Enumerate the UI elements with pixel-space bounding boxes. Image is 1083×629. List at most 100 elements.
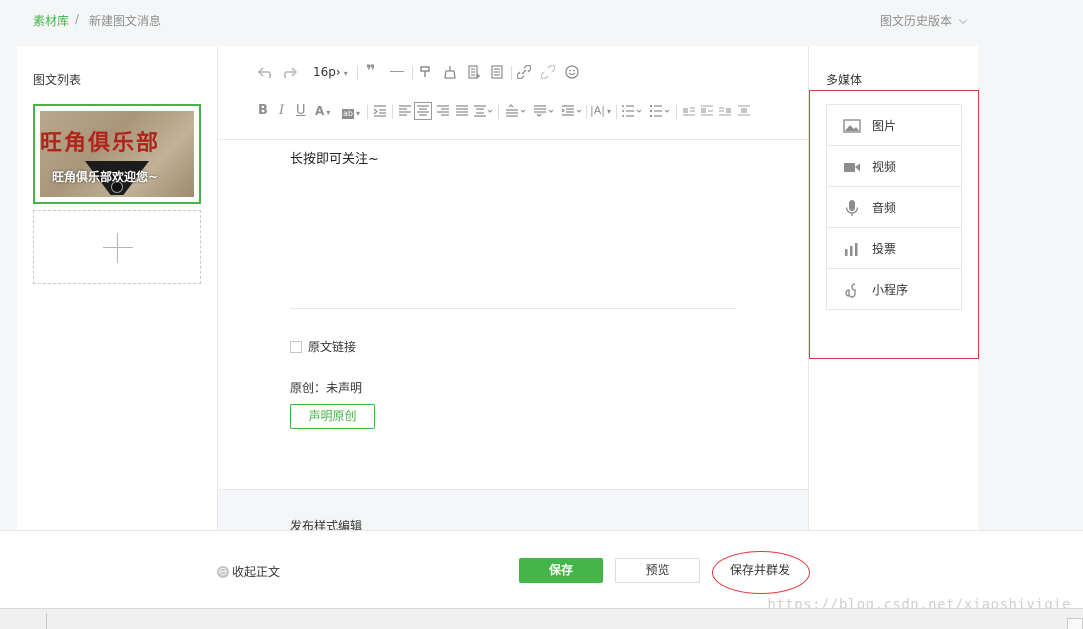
history-version-dropdown[interactable]: 图文历史版本 (879, 12, 968, 29)
checkbox-icon[interactable] (290, 340, 302, 353)
footer-action-bar: ⊖ 收起正文 保存 预览 保存并群发 https://blog.csdn.net/… (0, 530, 1083, 613)
collapse-label: 收起正文 (232, 565, 281, 579)
breadcrumb-separator: / (75, 12, 80, 26)
line-height-icon[interactable] (561, 104, 583, 118)
toolbar-separator (357, 66, 358, 80)
media-list: 图片 视频 音频 投票 小程序 (826, 104, 962, 310)
video-icon (844, 163, 860, 172)
chevron-down-icon (958, 15, 968, 25)
declare-original-button[interactable]: 声明原创 (290, 404, 375, 429)
toolbar-separator (367, 105, 368, 119)
media-item-label: 小程序 (872, 283, 909, 297)
collapse-content-toggle[interactable]: ⊖ 收起正文 (217, 563, 280, 580)
spacing-icon[interactable] (473, 104, 493, 118)
original-status-text: 原创：未声明 (290, 381, 363, 395)
add-article-button[interactable] (33, 210, 201, 284)
font-color-icon[interactable]: A ▾ (315, 103, 330, 121)
strip-divider (46, 613, 47, 629)
float-left-icon[interactable] (682, 104, 696, 118)
page-background-left (0, 0, 17, 530)
highlight-color-icon[interactable]: ab ▾ (342, 104, 360, 122)
original-link-checkbox[interactable]: 原文链接 (290, 338, 356, 355)
redo-icon[interactable] (281, 65, 297, 79)
unordered-list-icon[interactable] (649, 104, 671, 118)
media-item-image[interactable]: 图片 (827, 105, 961, 146)
article-cover-title: 旺角俱乐部欢迎您~ (52, 170, 159, 184)
editor-panel: 16p› ▾ ❞ B I U A ▾ ab ▾ |A| ▾ 长按即可关注~ 原文… (218, 46, 808, 533)
format-painter-icon[interactable] (419, 65, 433, 79)
top-bar: 素材库 / 新建图文消息 图文历史版本 (17, 0, 978, 46)
ordered-list-icon[interactable] (621, 104, 643, 118)
paragraph-spacing-bottom-icon[interactable] (533, 104, 555, 118)
media-item-label: 图片 (872, 119, 897, 133)
paragraph-spacing-top-icon[interactable] (505, 104, 527, 118)
microphone-icon (845, 200, 859, 216)
blockquote-icon[interactable]: ❞ (366, 63, 375, 79)
emoji-icon[interactable] (565, 65, 579, 79)
align-right-icon[interactable] (436, 104, 450, 118)
link-icon (845, 283, 856, 298)
italic-icon[interactable]: I (279, 103, 284, 119)
content-divider (290, 308, 736, 309)
toolbar-separator (392, 105, 393, 119)
undo-icon[interactable] (258, 65, 274, 79)
unlink-icon[interactable] (541, 65, 555, 79)
toolbar-separator (676, 105, 677, 119)
letter-spacing-icon[interactable]: |A| ▾ (590, 103, 611, 120)
article-cover-image: 旺角俱乐部 旺角俱乐部欢迎您~ (40, 111, 194, 197)
media-item-label: 投票 (872, 242, 897, 256)
plus-icon-vertical (117, 233, 118, 263)
bar-chart-icon (845, 243, 858, 256)
article-card-selected[interactable]: 旺角俱乐部 旺角俱乐部欢迎您~ (33, 104, 201, 204)
media-item-video[interactable]: 视频 (827, 146, 961, 187)
link-insert-icon[interactable] (517, 65, 531, 79)
article-content-text[interactable]: 长按即可关注~ (290, 148, 379, 167)
dropdown-arrow-icon: ▾ (343, 69, 348, 78)
insert-document-icon[interactable] (490, 65, 504, 79)
align-justify-icon[interactable] (455, 104, 469, 118)
dropdown-arrow-icon: ▾ (606, 107, 611, 116)
media-panel: 多媒体 图片 视频 音频 投票 小程序 (808, 46, 978, 530)
media-item-audio[interactable]: 音频 (827, 187, 961, 228)
toolbar-separator (498, 105, 499, 119)
media-panel-title: 多媒体 (826, 73, 863, 87)
editor-toolbar: 16p› ▾ ❞ B I U A ▾ ab ▾ |A| ▾ (218, 46, 808, 140)
image-icon (843, 119, 861, 133)
toolbar-separator (616, 105, 617, 119)
font-size-select[interactable]: 16p› ▾ (313, 64, 348, 82)
float-right-icon[interactable] (718, 104, 732, 118)
strip-tab (1067, 618, 1083, 629)
preview-button[interactable]: 预览 (615, 558, 700, 583)
media-item-mini-program[interactable]: 小程序 (827, 269, 961, 310)
media-item-label: 视频 (872, 160, 897, 174)
history-version-label: 图文历史版本 (879, 14, 952, 28)
align-center-icon[interactable] (416, 104, 430, 118)
indent-icon[interactable] (373, 104, 387, 118)
publish-style-section: 发布样式编辑 (218, 489, 808, 533)
breadcrumb-library-link[interactable]: 素材库 (33, 12, 69, 29)
float-none-icon[interactable] (700, 104, 714, 118)
original-link-label: 原文链接 (308, 340, 357, 354)
media-item-label: 音频 (872, 201, 897, 215)
highlight-swatch: ab (342, 109, 354, 119)
cover-banner-text: 旺角俱乐部 (40, 125, 194, 157)
toolbar-separator (511, 66, 512, 80)
toolbar-separator (586, 105, 587, 119)
clear-format-icon[interactable] (443, 65, 457, 79)
underline-icon[interactable]: U (296, 103, 306, 119)
article-list-title: 图文列表 (33, 73, 82, 87)
horizontal-rule-icon[interactable] (390, 71, 404, 72)
plus-icon (103, 247, 133, 248)
breadcrumb-current: 新建图文消息 (89, 14, 162, 28)
bold-icon[interactable]: B (258, 103, 268, 119)
save-and-mass-send-button[interactable]: 保存并群发 (720, 558, 800, 583)
cover-banner-bound: 旺角俱乐部 (40, 130, 161, 156)
collapse-icon: ⊖ (217, 564, 229, 578)
dropdown-arrow-icon: ▾ (326, 108, 331, 117)
media-item-vote[interactable]: 投票 (827, 228, 961, 269)
float-center-icon[interactable] (737, 104, 751, 118)
align-left-icon[interactable] (398, 104, 412, 118)
save-button[interactable]: 保存 (519, 558, 603, 583)
window-bottom-strip (0, 608, 1083, 629)
insert-template-icon[interactable] (467, 65, 481, 79)
